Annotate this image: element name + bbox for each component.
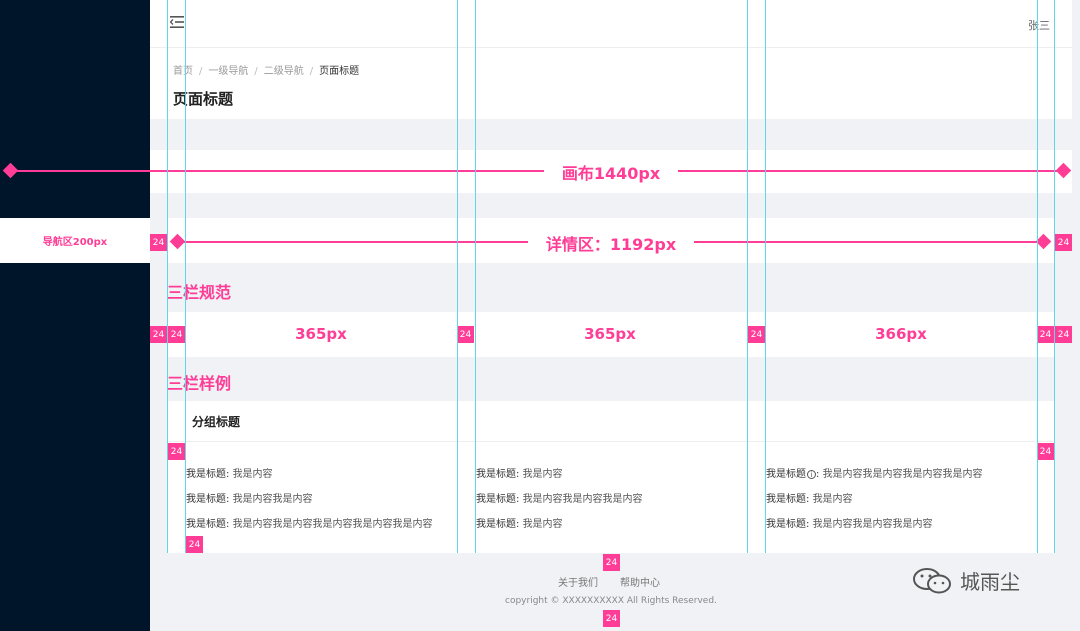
footer-link-help[interactable]: 帮助中心	[620, 578, 660, 589]
field-key: 我是标题:	[766, 519, 810, 530]
list-item: 我是标题: 我是内容我是内容	[186, 490, 313, 505]
field-key: 我是标题:	[186, 494, 230, 505]
canvas-width-label: 画布1440px	[543, 160, 679, 184]
field-value: 我是内容我是内容我是内容我是内容我是内容	[232, 519, 433, 530]
list-item: 我是标题: 我是内容我是内容我是内容	[766, 515, 933, 530]
field-value: 我是内容我是内容我是内容我是内容	[822, 469, 983, 480]
info-icon[interactable]: i	[807, 469, 816, 479]
field-key: 我是标题:	[186, 469, 230, 480]
footer-links: 关于我们 帮助中心	[558, 574, 682, 589]
column-width-label: 366px	[875, 325, 927, 343]
grid-guide-line	[475, 0, 476, 553]
section-title-spec: 三栏规范	[167, 283, 232, 302]
top-header	[150, 0, 1072, 48]
section-title-sample: 三栏样例	[167, 374, 232, 393]
field-key: 我是标题	[766, 469, 806, 480]
gap-badge: 24	[150, 234, 167, 251]
grid-guide-line	[765, 0, 766, 553]
column-width-label: 365px	[295, 325, 347, 343]
field-key: 我是标题:	[186, 519, 230, 530]
group-title: 分组标题	[192, 415, 241, 429]
grid-guide-line	[1037, 0, 1038, 553]
field-value: 我是内容	[522, 519, 563, 530]
breadcrumb-separator: /	[199, 66, 203, 77]
breadcrumb-item[interactable]: 一级导航	[208, 66, 248, 77]
grid-guide-line	[457, 0, 458, 553]
field-key: 我是标题:	[476, 469, 520, 480]
breadcrumb-separator: /	[309, 66, 314, 77]
user-name[interactable]: 张三	[1028, 17, 1050, 33]
list-item: 我是标题: 我是内容	[186, 465, 273, 480]
list-item: 我是标题 i: 我是内容我是内容我是内容我是内容	[766, 465, 983, 480]
watermark-text: 城雨尘	[960, 570, 1020, 594]
list-item: 我是标题: 我是内容我是内容我是内容	[476, 490, 643, 505]
gap-badge: 24	[1037, 443, 1054, 460]
field-key: 我是标题:	[766, 494, 810, 505]
grid-guide-line	[167, 0, 168, 553]
field-value: 我是内容我是内容我是内容	[522, 494, 643, 505]
field-value: 我是内容我是内容我是内容	[812, 519, 933, 530]
group-header	[167, 401, 1055, 442]
list-item: 我是标题: 我是内容	[476, 515, 563, 530]
gap-badge: 24	[457, 326, 474, 343]
field-value: 我是内容我是内容	[232, 494, 313, 505]
gap-badge: 24	[1037, 326, 1054, 343]
list-item: 我是标题: 我是内容我是内容我是内容我是内容我是内容	[186, 515, 433, 530]
field-value: 我是内容	[522, 469, 563, 480]
gap-badge: 24	[1055, 326, 1072, 343]
field-key: 我是标题:	[476, 494, 520, 505]
gap-badge: 24	[603, 554, 620, 571]
watermark: 城雨尘	[912, 566, 1020, 595]
field-value: 我是内容	[232, 469, 273, 480]
grid-guide-line	[747, 0, 748, 553]
gap-badge: 24	[748, 326, 765, 343]
menu-fold-icon[interactable]	[170, 16, 184, 28]
nav-width-label: 导航区200px	[0, 218, 150, 263]
list-item: 我是标题: 我是内容	[476, 465, 563, 480]
sidebar	[0, 0, 150, 631]
field-key-colon: :	[816, 469, 820, 480]
list-item: 我是标题: 我是内容	[766, 490, 853, 505]
field-key: 我是标题:	[476, 519, 520, 530]
gap-badge: 24	[603, 610, 620, 627]
breadcrumb-separator: /	[254, 66, 258, 77]
breadcrumb-item[interactable]: 二级导航	[264, 66, 304, 77]
gap-badge: 24	[168, 443, 185, 460]
copyright: copyright © XXXXXXXXXX All Rights Reserv…	[505, 596, 717, 606]
field-value: 我是内容	[812, 494, 853, 505]
grid-guide-line	[185, 0, 186, 553]
page-title: 页面标题	[173, 90, 234, 108]
breadcrumb-current: 页面标题	[319, 66, 360, 77]
detail-width-label: 详情区：1192px	[527, 231, 695, 255]
footer-link-about[interactable]: 关于我们	[558, 578, 598, 589]
breadcrumb-item[interactable]: 首页	[173, 66, 193, 77]
gap-badge: 24	[150, 326, 167, 343]
gap-badge: 24	[168, 326, 185, 343]
gap-badge: 24	[186, 536, 203, 553]
page-header	[150, 48, 1072, 119]
wechat-icon	[913, 567, 951, 593]
breadcrumb: 首页 / 一级导航 / 二级导航 / 页面标题	[173, 62, 359, 77]
gap-badge: 24	[1055, 234, 1072, 251]
grid-guide-line	[1054, 0, 1055, 553]
column-width-label: 365px	[584, 325, 636, 343]
